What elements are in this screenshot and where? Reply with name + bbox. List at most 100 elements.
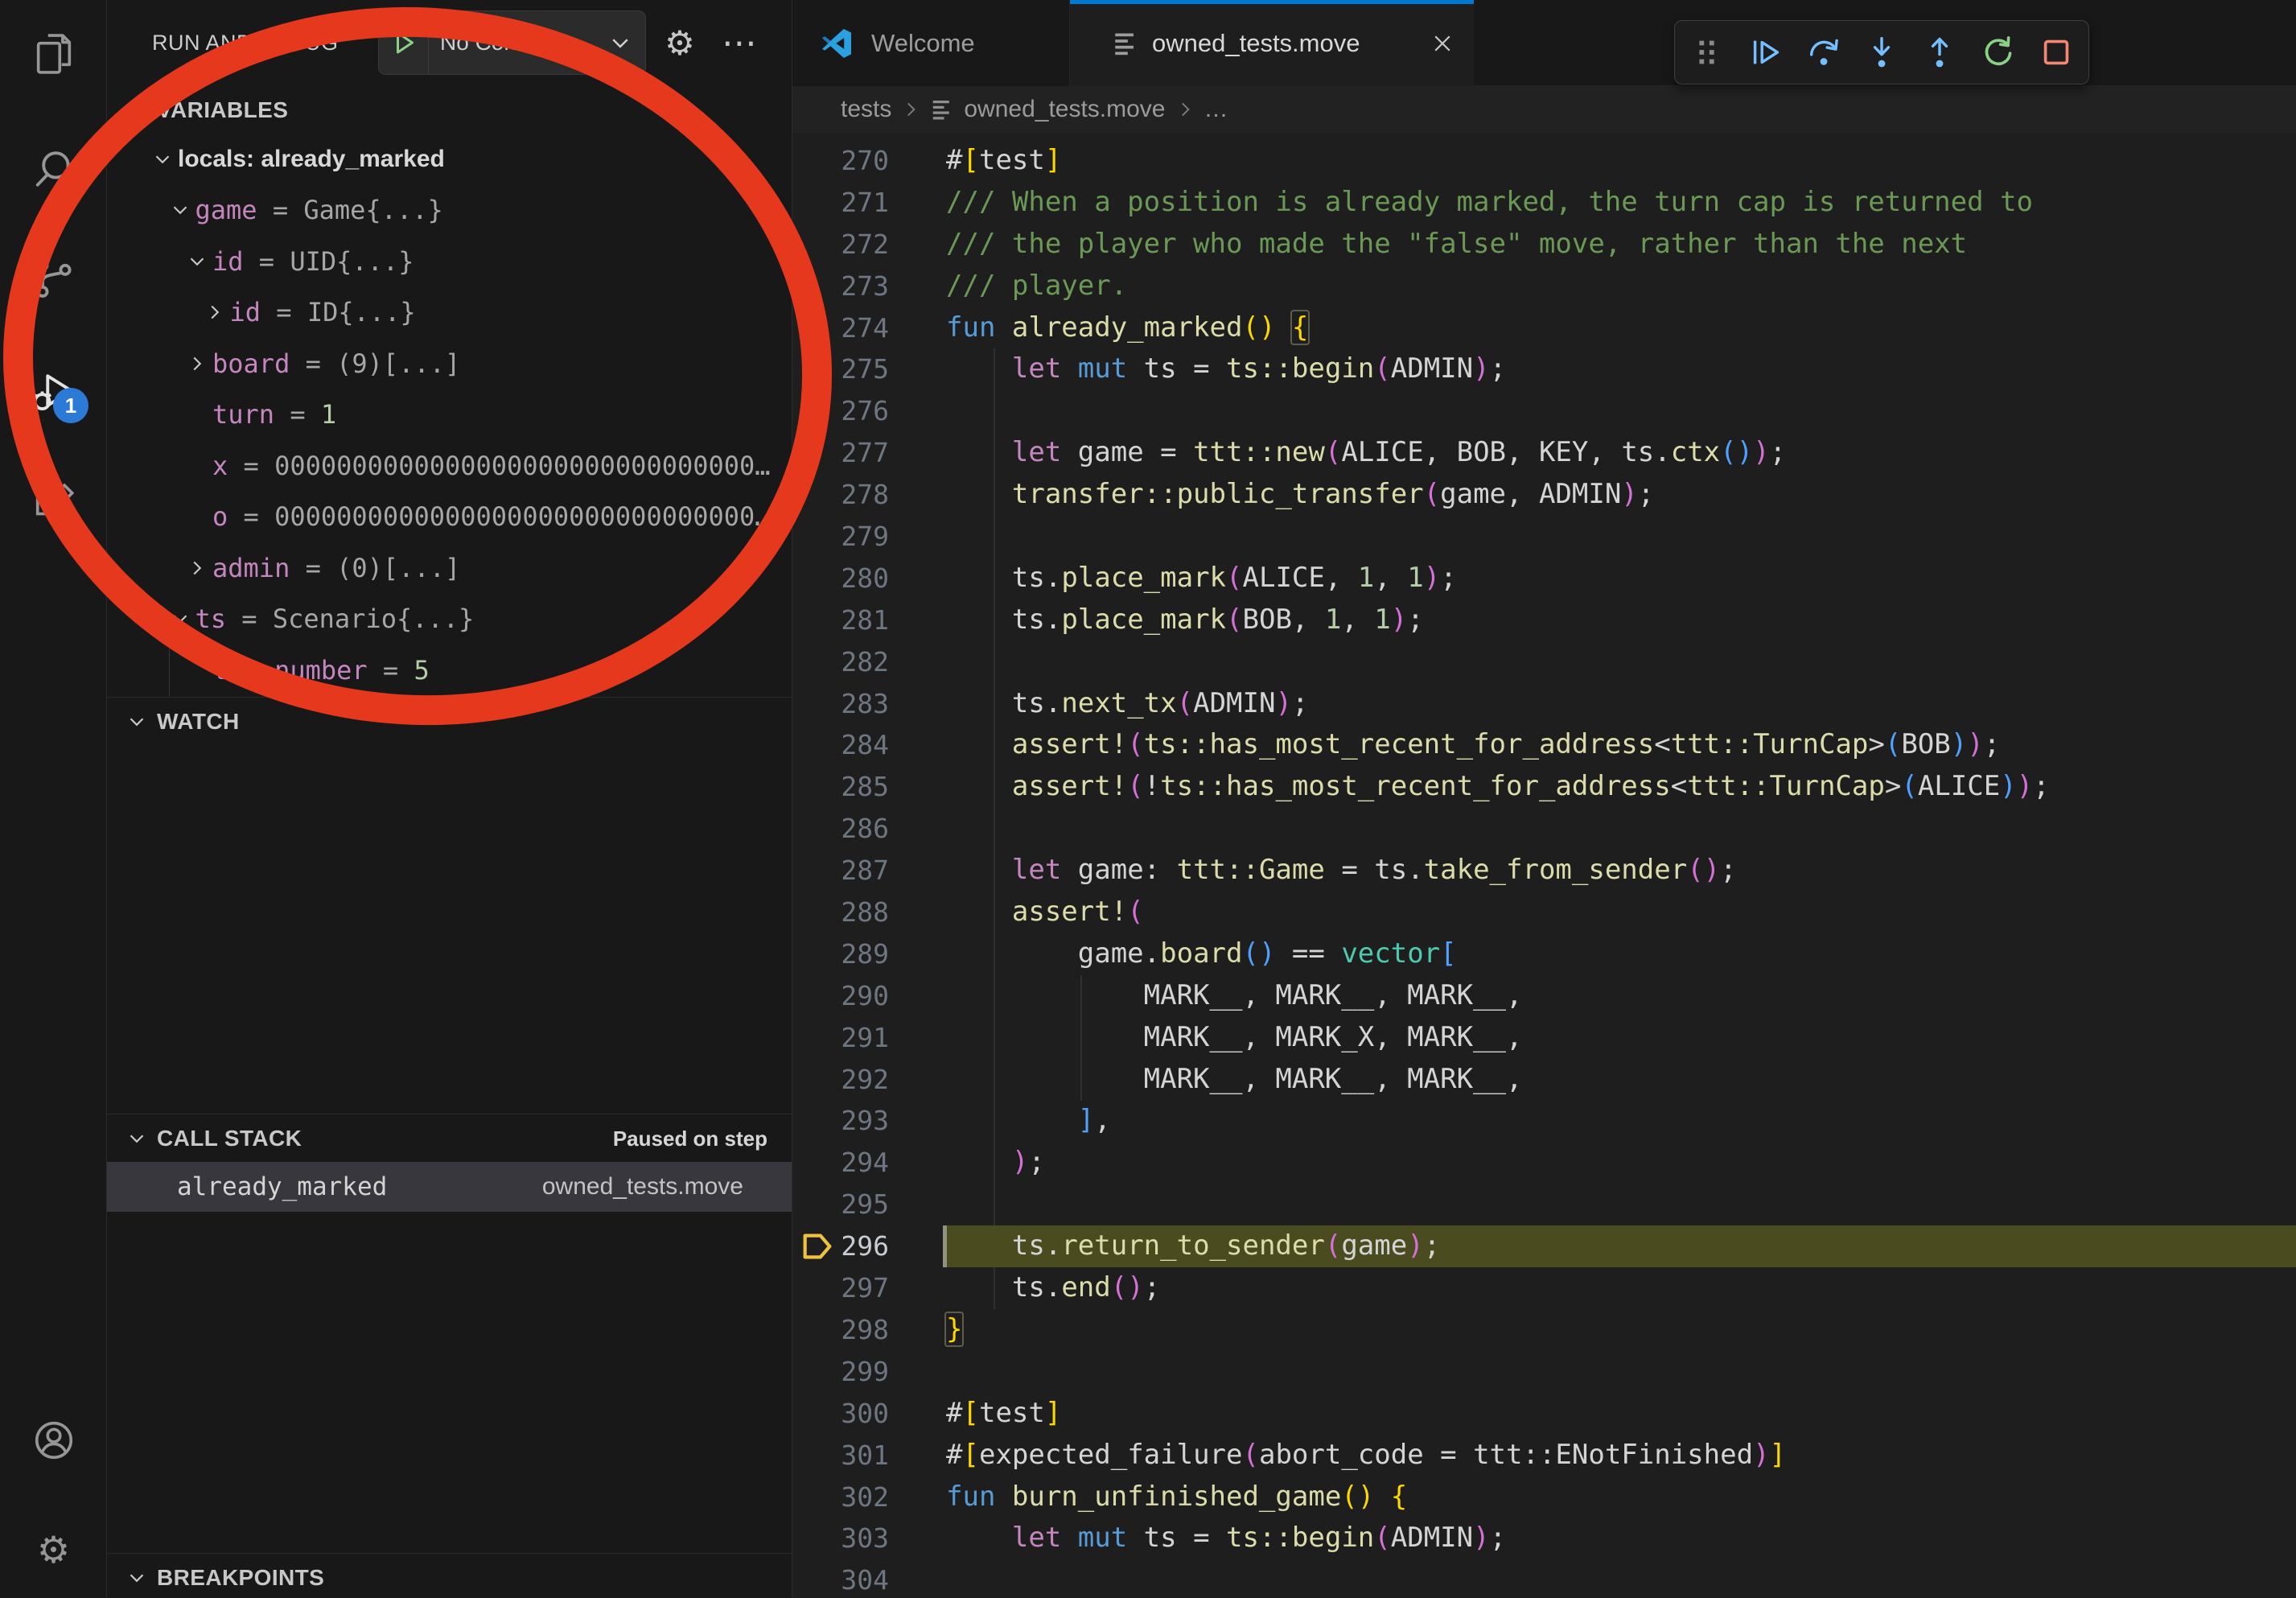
code-line[interactable]: 281 ts.place_mark(BOB, 1, 1);: [792, 599, 2296, 641]
variable-row[interactable]: ts = Scenario{...}: [107, 594, 792, 645]
chevron-right-icon[interactable]: [182, 350, 212, 377]
code-text[interactable]: #[test]: [946, 140, 1061, 182]
line-number[interactable]: 295: [825, 1184, 889, 1225]
breadcrumb-item-file[interactable]: owned_tests.move: [964, 96, 1165, 123]
code-line[interactable]: 293 ],: [792, 1100, 2296, 1142]
code-text[interactable]: /// player.: [946, 266, 1127, 307]
line-number[interactable]: 304: [825, 1559, 889, 1598]
code-line[interactable]: 282: [792, 641, 2296, 683]
code-text[interactable]: ts.end();: [946, 1267, 1160, 1309]
line-number[interactable]: 277: [825, 432, 889, 474]
code-text[interactable]: assert!(!ts::has_most_recent_for_address…: [946, 766, 2050, 808]
code-line[interactable]: 300#[test]: [792, 1393, 2296, 1435]
step-into-icon[interactable]: [1856, 27, 1907, 78]
debug-settings-gear-icon[interactable]: ⚙: [659, 0, 701, 86]
chevron-down-icon[interactable]: [147, 146, 178, 173]
code-text[interactable]: game.board() == vector[: [946, 933, 1457, 975]
code-text[interactable]: ts.place_mark(BOB, 1, 1);: [946, 599, 1424, 641]
line-number[interactable]: 290: [825, 975, 889, 1017]
variable-row[interactable]: board = (9)[...]: [107, 338, 792, 389]
line-number[interactable]: 288: [825, 892, 889, 933]
chevron-right-icon[interactable]: [182, 554, 212, 582]
code-line[interactable]: 292 MARK__, MARK__, MARK__,: [792, 1059, 2296, 1101]
code-text[interactable]: ts.next_tx(ADMIN);: [946, 683, 1308, 725]
code-line[interactable]: 290 MARK__, MARK__, MARK__,: [792, 975, 2296, 1017]
source-control-icon[interactable]: [0, 238, 107, 319]
scope-row[interactable]: locals: already_marked: [107, 134, 792, 185]
line-number[interactable]: 274: [825, 307, 889, 349]
code-text[interactable]: /// the player who made the "false" move…: [946, 224, 1967, 266]
code-line[interactable]: 294 );: [792, 1142, 2296, 1184]
line-number[interactable]: 287: [825, 850, 889, 892]
line-number[interactable]: 276: [825, 390, 889, 432]
code-line[interactable]: 285 assert!(!ts::has_most_recent_for_add…: [792, 766, 2296, 808]
code-text[interactable]: #[expected_failure(abort_code = ttt::ENo…: [946, 1435, 1786, 1477]
line-number[interactable]: 303: [825, 1518, 889, 1559]
section-header-watch[interactable]: WATCH: [107, 698, 792, 745]
settings-gear-icon[interactable]: ⚙: [0, 1509, 107, 1590]
code-text[interactable]: #[test]: [946, 1393, 1061, 1435]
code-text[interactable]: /// When a position is already marked, t…: [946, 182, 2033, 224]
line-number[interactable]: 298: [825, 1309, 889, 1351]
line-number[interactable]: 283: [825, 683, 889, 725]
code-line[interactable]: 272 /// the player who made the "false" m…: [792, 224, 2296, 266]
code-text[interactable]: ts.return_to_sender(game);: [946, 1225, 1440, 1267]
code-text[interactable]: let game: ttt::Game = ts.take_from_sende…: [946, 850, 1737, 892]
variable-row[interactable]: id = UID{...}: [107, 236, 792, 287]
line-number[interactable]: 292: [825, 1059, 889, 1101]
code-text[interactable]: ts.place_mark(ALICE, 1, 1);: [946, 558, 1457, 599]
continue-icon[interactable]: [1740, 27, 1792, 78]
section-header-call-stack[interactable]: CALL STACK Paused on step: [107, 1115, 792, 1162]
line-number[interactable]: 272: [825, 224, 889, 266]
code-line[interactable]: 279: [792, 516, 2296, 558]
code-line[interactable]: 295: [792, 1184, 2296, 1225]
variable-row[interactable]: x = 0000000000000000000000000000000…: [107, 440, 792, 492]
search-icon[interactable]: [0, 128, 107, 208]
code-line[interactable]: 274 fun already_marked() {: [792, 307, 2296, 349]
breadcrumb-item-tests[interactable]: tests: [841, 96, 891, 123]
code-line[interactable]: 286: [792, 808, 2296, 850]
code-line[interactable]: 291 MARK__, MARK_X, MARK__,: [792, 1017, 2296, 1059]
code-line[interactable]: 277 let game = ttt::new(ALICE, BOB, KEY,…: [792, 432, 2296, 474]
restart-icon[interactable]: [1973, 27, 2024, 78]
code-line[interactable]: 283 ts.next_tx(ADMIN);: [792, 683, 2296, 725]
code-text[interactable]: fun already_marked() {: [946, 307, 1308, 349]
chevron-right-icon[interactable]: [200, 299, 230, 326]
variable-row[interactable]: o = 0000000000000000000000000000000…: [107, 492, 792, 543]
code-text[interactable]: MARK__, MARK__, MARK__,: [946, 975, 1522, 1017]
code-line[interactable]: 289 game.board() == vector[: [792, 933, 2296, 975]
chevron-down-icon[interactable]: [165, 196, 195, 224]
variable-row[interactable]: game = Game{...}: [107, 185, 792, 237]
code-text[interactable]: );: [946, 1142, 1045, 1184]
line-number[interactable]: 286: [825, 808, 889, 850]
code-line[interactable]: 271/// When a position is already marked…: [792, 182, 2296, 224]
code-text[interactable]: fun burn_unfinished_game() {: [946, 1477, 1407, 1518]
line-number[interactable]: 270: [825, 140, 889, 182]
variable-row[interactable]: id = ID{...}: [107, 287, 792, 339]
code-text[interactable]: ],: [946, 1100, 1111, 1142]
line-number[interactable]: 296: [825, 1225, 889, 1267]
chevron-down-icon[interactable]: [165, 605, 195, 632]
line-number[interactable]: 284: [825, 724, 889, 766]
code-line[interactable]: 284 assert!(ts::has_most_recent_for_addr…: [792, 724, 2296, 766]
debug-config-dropdown[interactable]: No Configur…: [378, 10, 646, 75]
tab-welcome[interactable]: Welcome: [792, 0, 1070, 86]
code-text[interactable]: transfer::public_transfer(game, ADMIN);: [946, 474, 1654, 516]
code-line[interactable]: 296 ts.return_to_sender(game);: [792, 1225, 2296, 1267]
line-number[interactable]: 293: [825, 1100, 889, 1142]
line-number[interactable]: 278: [825, 474, 889, 516]
section-header-variables[interactable]: VARIABLES: [107, 87, 792, 134]
code-text[interactable]: assert!(: [946, 892, 1144, 933]
code-line[interactable]: 302 fun burn_unfinished_game() {: [792, 1477, 2296, 1518]
line-number[interactable]: 302: [825, 1477, 889, 1518]
code-text[interactable]: MARK__, MARK__, MARK__,: [946, 1059, 1522, 1101]
code-line[interactable]: 276: [792, 390, 2296, 432]
call-stack-frame[interactable]: already_marked owned_tests.move: [107, 1162, 792, 1212]
variable-row[interactable]: txn_number = 5: [107, 645, 792, 696]
extensions-icon[interactable]: [0, 463, 107, 544]
code-line[interactable]: 298}: [792, 1309, 2296, 1351]
variable-row[interactable]: turn = 1: [107, 389, 792, 441]
stop-icon[interactable]: [2031, 27, 2082, 78]
run-and-debug-icon[interactable]: 1: [0, 352, 107, 433]
close-icon[interactable]: [1429, 30, 1456, 57]
